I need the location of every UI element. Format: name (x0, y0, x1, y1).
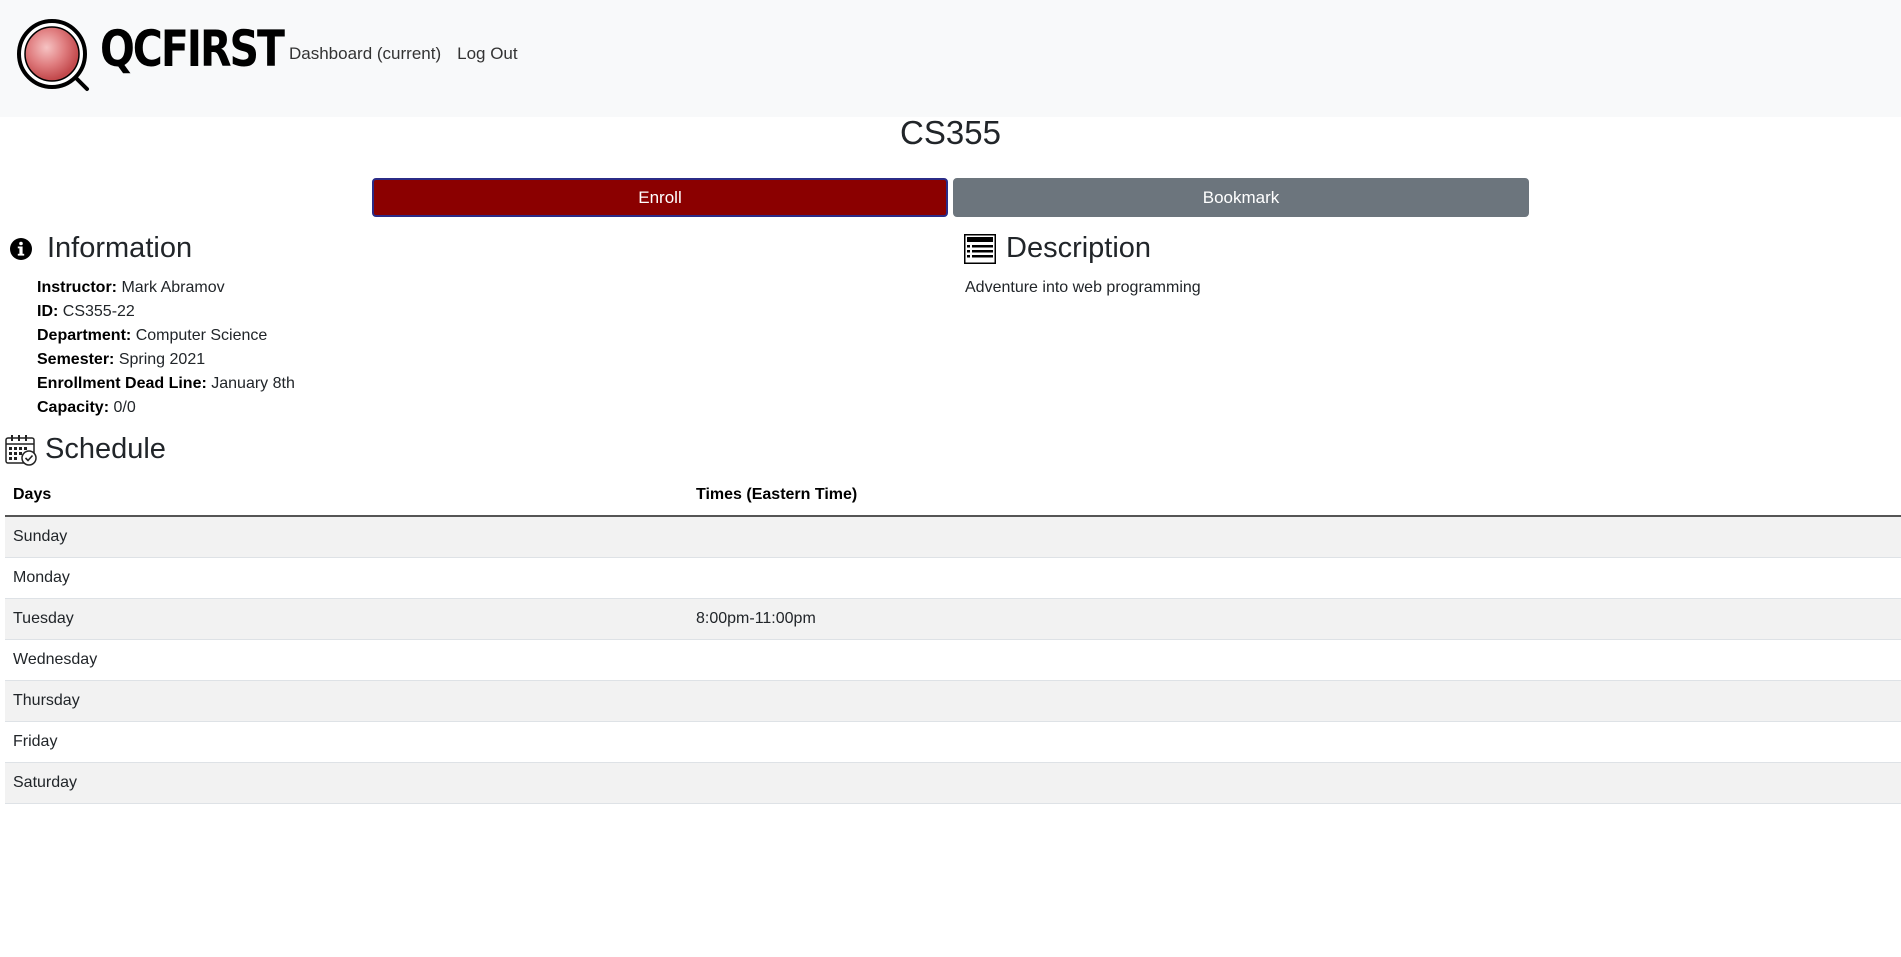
table-row: Wednesday (5, 639, 1901, 681)
info-row-id: ID: CS355-22 (37, 300, 295, 324)
time-cell (688, 516, 1901, 558)
magnifier-logo-icon (17, 19, 89, 91)
list-icon (964, 233, 996, 264)
time-cell: 8:00pm-11:00pm (688, 598, 1901, 640)
info-value: 0/0 (113, 399, 136, 416)
info-value: CS355-22 (62, 303, 135, 320)
info-row-deadline: Enrollment Dead Line: January 8th (37, 372, 295, 396)
day-cell: Wednesday (5, 639, 688, 681)
information-header: Information (9, 232, 192, 265)
table-row: Monday (5, 557, 1901, 599)
time-cell (688, 762, 1901, 804)
information-heading: Information (47, 232, 193, 264)
day-cell: Tuesday (5, 598, 688, 640)
info-value: Computer Science (135, 327, 268, 344)
schedule-header: Schedule (5, 433, 166, 466)
table-row: Saturday (5, 762, 1901, 804)
time-cell (688, 721, 1901, 763)
time-cell (688, 680, 1901, 722)
info-label: Enrollment Dead Line: (37, 375, 207, 392)
calendar-check-icon (5, 434, 37, 466)
info-row-capacity: Capacity: 0/0 (37, 396, 295, 420)
column-header-days: Days (5, 475, 688, 517)
info-row-department: Department: Computer Science (37, 324, 295, 348)
top-navbar: QCFIRST Dashboard (current) Log Out (0, 0, 1901, 117)
column-header-times: Times (Eastern Time) (688, 475, 1901, 517)
table-row: Tuesday 8:00pm-11:00pm (5, 598, 1901, 640)
time-cell (688, 557, 1901, 599)
info-value: January 8th (211, 375, 295, 392)
info-label: ID: (37, 303, 59, 320)
description-text: Adventure into web programming (965, 279, 1201, 296)
table-row: Thursday (5, 680, 1901, 722)
day-cell: Sunday (5, 516, 688, 558)
info-label: Semester: (37, 351, 115, 368)
table-header-row: Days Times (Eastern Time) (5, 475, 1901, 517)
schedule-heading: Schedule (45, 433, 166, 465)
time-cell (688, 639, 1901, 681)
nav-links: Dashboard (current) Log Out (289, 44, 518, 64)
table-row: Friday (5, 721, 1901, 763)
day-cell: Saturday (5, 762, 688, 804)
info-value: Spring 2021 (118, 351, 206, 368)
info-circle-icon (10, 237, 32, 260)
brand[interactable]: QCFIRST (16, 18, 285, 92)
info-label: Instructor: (37, 279, 117, 296)
info-row-instructor: Instructor: Mark Abramov (37, 276, 295, 300)
nav-logout-link[interactable]: Log Out (457, 44, 518, 64)
info-label: Capacity: (37, 399, 110, 416)
bookmark-button[interactable]: Bookmark (953, 178, 1529, 217)
enroll-button[interactable]: Enroll (372, 178, 948, 217)
nav-dashboard-link[interactable]: Dashboard (current) (289, 44, 441, 64)
info-value: Mark Abramov (121, 279, 225, 296)
day-cell: Friday (5, 721, 688, 763)
course-title: CS355 (900, 114, 1001, 151)
description-header: Description (964, 232, 1151, 265)
day-cell: Monday (5, 557, 688, 599)
table-row: Sunday (5, 516, 1901, 558)
description-heading: Description (1006, 232, 1152, 264)
info-label: Department: (37, 327, 132, 344)
schedule-table: Days Times (Eastern Time) Sunday Monday … (5, 475, 1901, 804)
information-list: Instructor: Mark Abramov ID: CS355-22 De… (37, 276, 295, 420)
day-cell: Thursday (5, 680, 688, 722)
brand-name: QCFIRST (100, 20, 285, 78)
info-row-semester: Semester: Spring 2021 (37, 348, 295, 372)
